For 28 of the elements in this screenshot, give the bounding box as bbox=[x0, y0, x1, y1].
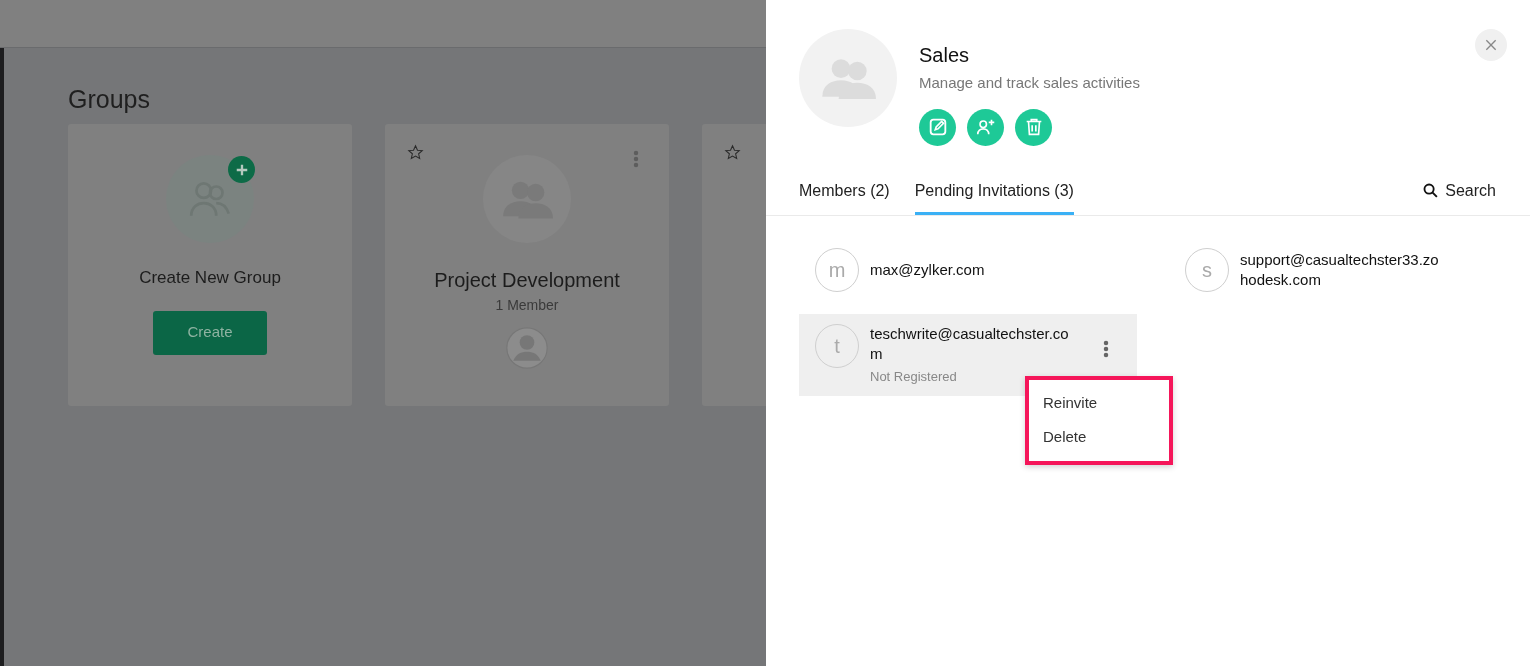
menu-item[interactable]: Reinvite bbox=[1029, 385, 1169, 420]
invitation-item[interactable]: m max@zylker.com bbox=[799, 237, 1137, 302]
email: teschwrite@casualtechster.com bbox=[870, 323, 1070, 364]
add-icon[interactable] bbox=[228, 156, 255, 183]
email: max@zylker.com bbox=[870, 259, 986, 280]
status-text: Not Registered bbox=[870, 367, 958, 386]
card-title: Project Development bbox=[434, 268, 620, 293]
edit-button[interactable] bbox=[919, 108, 956, 146]
invitation-item[interactable]: s support@casualtechster33.zohodesk.com bbox=[1169, 237, 1507, 302]
close-icon bbox=[1483, 37, 1499, 53]
page-title: Groups bbox=[68, 84, 151, 114]
menu-item[interactable]: Delete bbox=[1029, 420, 1169, 455]
group-description: Manage and track sales activities bbox=[919, 73, 1140, 93]
member-count: 1 Member bbox=[495, 296, 559, 315]
star-icon[interactable] bbox=[724, 144, 741, 161]
search-button[interactable]: Search bbox=[1422, 178, 1496, 215]
tab[interactable]: Pending Invitations (3) bbox=[914, 178, 1074, 215]
delete-button[interactable] bbox=[1015, 108, 1052, 146]
card-title: Create New Group bbox=[139, 267, 281, 289]
add-member-button[interactable] bbox=[967, 108, 1004, 146]
group-name: Sales bbox=[919, 43, 971, 68]
email: support@casualtechster33.zohodesk.com bbox=[1240, 249, 1440, 290]
more-options-icon[interactable] bbox=[1103, 339, 1109, 358]
close-button[interactable] bbox=[1475, 29, 1507, 61]
tab[interactable]: Members (2) bbox=[799, 178, 890, 215]
search-icon bbox=[1422, 182, 1440, 199]
search-label[interactable]: Search bbox=[1445, 178, 1496, 203]
star-icon[interactable] bbox=[407, 144, 424, 161]
